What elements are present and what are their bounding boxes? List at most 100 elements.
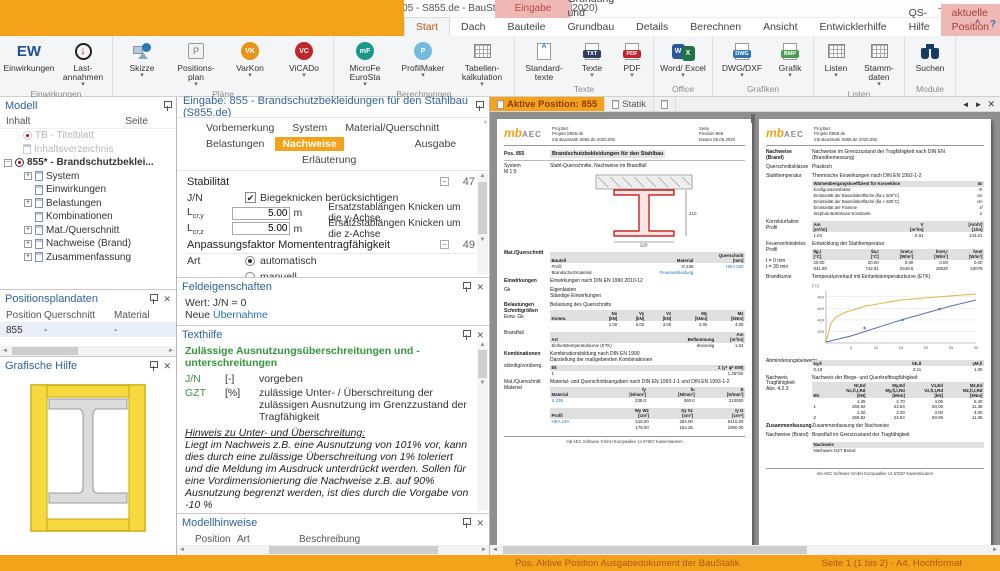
uebernahme-link[interactable]: Übernahme <box>213 309 268 321</box>
microfe-button[interactable]: mF MicroFe EuroSta▾ <box>337 38 393 88</box>
tab-system[interactable]: System <box>285 121 334 135</box>
tree-item-system[interactable]: +System <box>4 170 176 184</box>
manuell-radio[interactable] <box>245 272 255 277</box>
pin-icon[interactable] <box>163 101 171 111</box>
help-icon[interactable]: ? <box>990 19 996 30</box>
expand-icon[interactable]: + <box>24 240 32 248</box>
tab-belastungen[interactable]: Belastungen <box>199 137 271 151</box>
scroll-down-icon[interactable]: ▼ <box>480 237 486 243</box>
skizze-button[interactable]: Skizze▾ <box>116 38 168 79</box>
profilmaker-button[interactable]: P ProfilMaker▾ <box>395 38 451 79</box>
expand-icon[interactable]: + <box>24 172 32 180</box>
lcrz-input[interactable] <box>232 222 290 235</box>
close-document-icon[interactable]: ✕ <box>987 99 995 110</box>
expand-icon[interactable]: + <box>24 226 32 234</box>
lastannahmen-button[interactable]: ↓ Last-annahmen▾ <box>57 38 109 88</box>
tab-gruendung[interactable]: Gründung und Grundbau <box>556 0 625 36</box>
automatisch-radio[interactable] <box>245 256 255 266</box>
positionsplan-button[interactable]: P Positions-plan▾ <box>170 38 222 88</box>
pin-icon[interactable] <box>149 361 157 371</box>
einwirkungen-button[interactable]: EW Einwirkungen <box>3 38 55 73</box>
scroll-up-icon[interactable]: ^ <box>484 121 487 128</box>
horizontal-scrollbar[interactable]: ◄ ► <box>177 545 489 555</box>
horizontal-scrollbar[interactable]: ◄ ► <box>0 346 176 356</box>
suchen-button[interactable]: Suchen <box>908 38 952 73</box>
tree-item-einwirkungen[interactable]: Einwirkungen <box>4 183 176 197</box>
close-panel-icon[interactable]: ✕ <box>476 518 484 529</box>
tree-item-mat-querschnitt[interactable]: +Mat./Querschnitt <box>4 224 176 238</box>
tab-erlaeuterung[interactable]: Erläuterung <box>295 153 363 167</box>
collapse-section-icon[interactable]: − <box>440 240 449 249</box>
doc-tab-aktive-position[interactable]: Aktive Position: 855 <box>490 97 605 111</box>
close-panel-icon[interactable]: ✕ <box>476 330 484 341</box>
tree-item-zusammenfassung[interactable]: +Zusammenfassung <box>4 251 176 265</box>
scrollbar-thumb[interactable] <box>478 350 487 378</box>
scroll-left-icon[interactable]: ◄ <box>0 348 10 354</box>
document-horizontal-scrollbar[interactable]: ◄ ► <box>490 545 1000 555</box>
scroll-up-icon[interactable]: ▲ <box>480 173 486 179</box>
tab-back-icon[interactable]: ◄ <box>962 100 970 109</box>
vicado-button[interactable]: VC ViCADo▾ <box>278 38 330 79</box>
scroll-right-icon[interactable]: ► <box>990 547 1000 553</box>
scroll-left-icon[interactable]: ◄ <box>490 547 500 553</box>
tree-item-titelblatt[interactable]: TB - Titelblatt <box>4 129 176 143</box>
biegeknicken-checkbox[interactable]: ✔ <box>245 192 256 203</box>
tab-baustatik[interactable]: BauStatik <box>0 0 404 36</box>
scroll-right-icon[interactable]: ► <box>166 348 176 354</box>
tab-material-querschnitt[interactable]: Material/Querschnitt <box>338 121 446 135</box>
tab-bauteile[interactable]: Bauteile <box>497 18 557 36</box>
scroll-left-icon[interactable]: ◄ <box>177 547 187 553</box>
tabellenkalkulation-button[interactable]: Tabellen-kalkulation▾ <box>453 38 511 88</box>
tab-dach[interactable]: Dach <box>450 18 497 36</box>
pdf-button[interactable]: PDF PDF▾ <box>614 38 650 79</box>
tab-qs-hilfe[interactable]: QS-Hilfe <box>898 4 941 36</box>
standardtexte-button[interactable]: A Standard-texte <box>518 38 570 82</box>
tab-start[interactable]: Start <box>404 17 450 36</box>
tab-ansicht[interactable]: Ansicht <box>752 18 808 36</box>
collapse-ribbon-icon[interactable]: ^ <box>975 19 980 30</box>
grafik-button[interactable]: BMP Grafik▾ <box>770 38 810 79</box>
tree-item-kombinationen[interactable]: Kombinationen <box>4 210 176 224</box>
tab-vorbemerkung[interactable]: Vorbemerkung <box>199 121 281 135</box>
positionsplan-row[interactable]: 855 - - <box>0 323 176 337</box>
tree-item-inhaltsverzeichnis[interactable]: Inhaltsverzeichnis <box>4 143 176 157</box>
close-panel-icon[interactable]: ✕ <box>163 294 171 305</box>
varkon-button[interactable]: VK VarKon▾ <box>224 38 276 79</box>
section-stabilitaet[interactable]: Stabilität − 47 <box>187 173 475 190</box>
pin-icon[interactable] <box>462 330 470 340</box>
close-panel-icon[interactable]: ✕ <box>476 282 484 293</box>
dwgdxf-button[interactable]: DWG DWG/DXF▾ <box>716 38 768 79</box>
scrollbar-thumb[interactable] <box>503 546 807 554</box>
listen-button[interactable]: Listen▾ <box>817 38 855 79</box>
tab-entwicklerhilfe[interactable]: Entwicklerhilfe <box>809 18 898 36</box>
scrollbar-thumb[interactable] <box>478 182 487 234</box>
expand-icon[interactable]: + <box>24 253 32 261</box>
wordexcel-button[interactable]: W X Word/ Excel▾ <box>657 38 709 79</box>
scroll-right-icon[interactable]: ► <box>479 547 489 553</box>
doc-tab-new[interactable] <box>654 97 676 111</box>
tree-item-nachweise-brand[interactable]: +Nachweise (Brand) <box>4 237 176 251</box>
scrollbar-thumb[interactable] <box>12 347 78 355</box>
lcry-input[interactable] <box>232 207 290 220</box>
close-panel-icon[interactable]: ✕ <box>163 361 171 372</box>
texte-button[interactable]: TXT Texte▾ <box>572 38 612 79</box>
scrollbar-thumb[interactable] <box>269 546 438 554</box>
expand-icon[interactable]: + <box>24 199 32 207</box>
tree-item-belastungen[interactable]: +Belastungen <box>4 197 176 211</box>
pin-icon[interactable] <box>462 518 470 528</box>
scroll-down-icon[interactable]: ▼ <box>480 380 486 386</box>
collapse-section-icon[interactable]: − <box>440 177 449 186</box>
doc-tab-statik[interactable]: Statik <box>605 97 654 111</box>
collapse-expander-icon[interactable]: − <box>4 159 12 167</box>
pin-icon[interactable] <box>475 101 483 111</box>
pin-icon[interactable] <box>462 282 470 292</box>
tab-details[interactable]: Details <box>625 18 679 36</box>
tab-berechnen[interactable]: Berechnen <box>679 18 752 36</box>
section-anpassungsfaktor[interactable]: Anpassungsfaktor Momententragfähigkeit −… <box>187 237 475 254</box>
page-splitter-handle[interactable] <box>751 114 755 123</box>
pin-icon[interactable] <box>149 294 157 304</box>
tab-forward-icon[interactable]: ► <box>975 100 983 109</box>
tree-item-855[interactable]: −855* - Brandschutzbeklei... <box>4 156 176 170</box>
tab-nachweise[interactable]: Nachweise <box>275 137 343 151</box>
vertical-scrollbar[interactable]: ▲ ▼ <box>477 342 488 511</box>
